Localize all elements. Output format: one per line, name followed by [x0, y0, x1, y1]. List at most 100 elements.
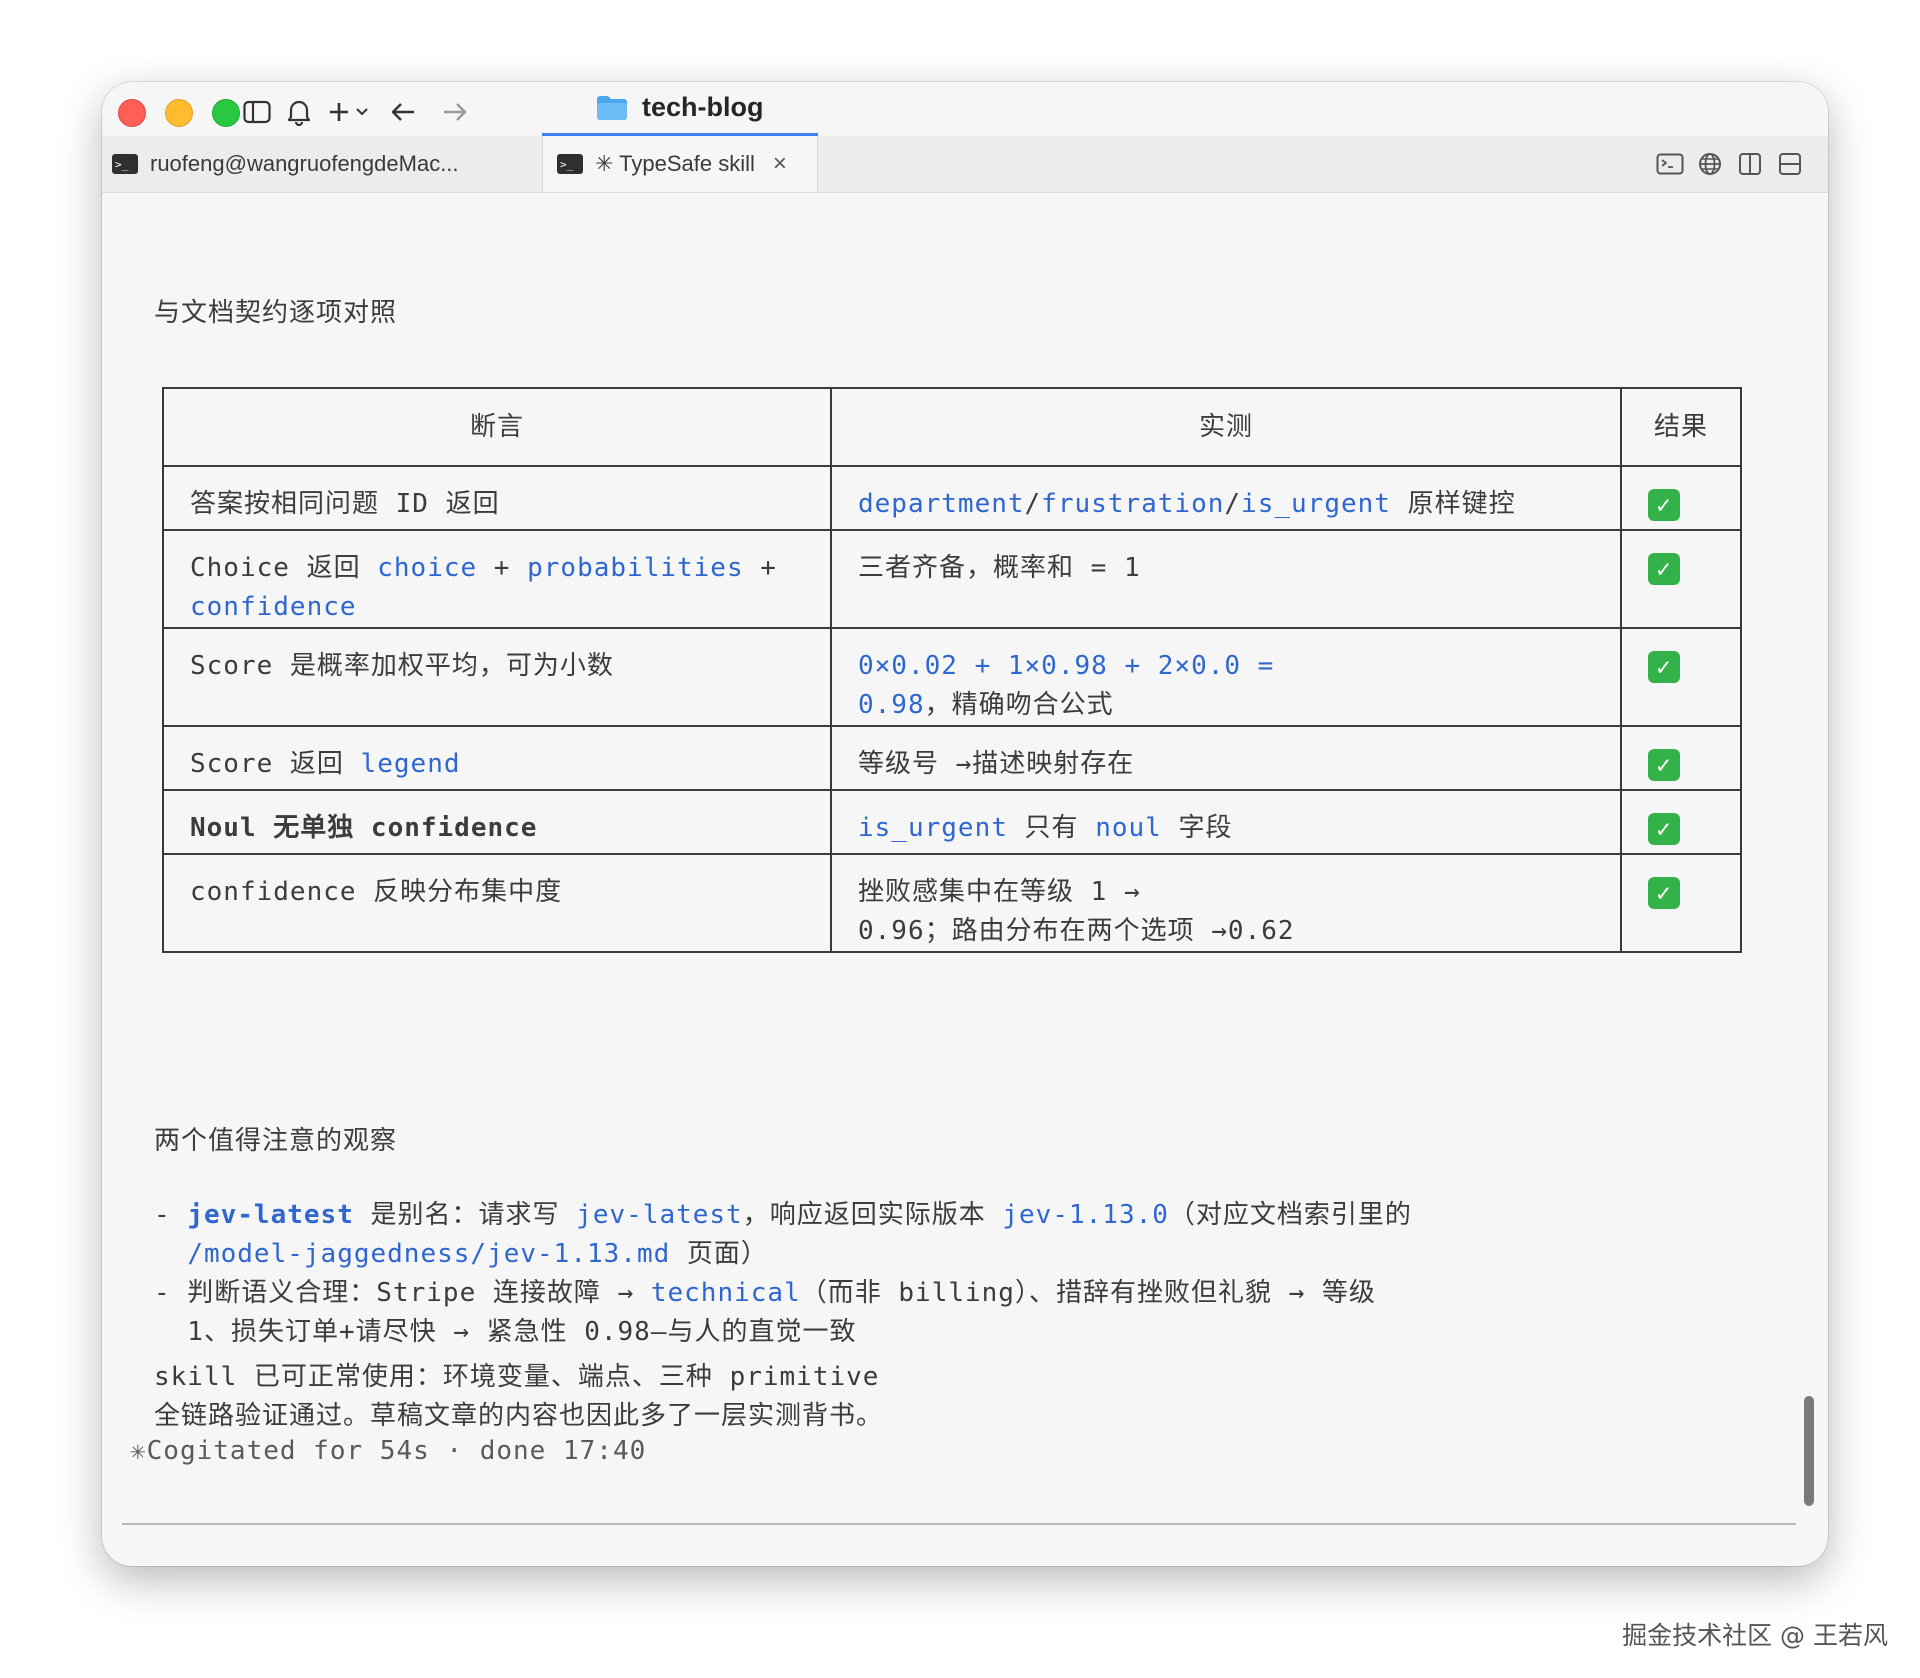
- assertion-cell: Score 返回 legend: [162, 725, 832, 791]
- observation-line: - 判断语义合理：Stripe 连接故障 → technical（而非 bill…: [154, 1274, 1412, 1313]
- code-token: probabilities: [527, 553, 744, 583]
- table-row: Score 是概率加权平均，可为小数 0×0.02 + 1×0.98 + 2×0.…: [162, 627, 1742, 727]
- code-token: technical: [650, 1278, 801, 1308]
- terminal-icon: >_: [112, 154, 138, 174]
- bell-icon[interactable]: [282, 96, 316, 128]
- tab-terminal-session[interactable]: >_ ruofeng@wangruofengdeMac...: [112, 136, 542, 192]
- code-token: frustration: [1041, 489, 1225, 519]
- minimize-window-button[interactable]: [165, 99, 193, 127]
- split-horizontal-icon[interactable]: [1776, 150, 1804, 178]
- text-segment: 只有: [1007, 813, 1096, 843]
- text-segment: （对应文档索引里的: [1168, 1200, 1412, 1230]
- text-segment: 0.96；路由分布在两个选项 →0.62: [858, 916, 1295, 946]
- measured-cell: department/frustration/is_urgent 原样键控: [830, 465, 1622, 531]
- text-segment: 三者齐备，概率和 = 1: [858, 553, 1141, 583]
- code-token: jev-1.13.0: [1002, 1200, 1169, 1230]
- measured-cell: 等级号 →描述映射存在: [830, 725, 1622, 791]
- summary-line: 全链路验证通过。草稿文章的内容也因此多了一层实测背书。: [154, 1401, 884, 1431]
- window-title: tech-blog: [642, 92, 764, 122]
- tab-label: ruofeng@wangruofengdeMac...: [150, 151, 459, 176]
- text-segment: Score 返回: [190, 749, 361, 779]
- result-cell: ✓: [1620, 725, 1742, 791]
- globe-icon[interactable]: [1696, 150, 1724, 178]
- code-token: /model-jaggedness/jev-1.13.md: [187, 1239, 671, 1269]
- code-token: is_urgent: [858, 813, 1008, 843]
- text-segment: 原样键控: [1390, 489, 1516, 519]
- text-segment: Score 是概率加权平均，可为小数: [190, 651, 614, 681]
- observations-heading: 两个值得注意的观察: [154, 1126, 398, 1156]
- table-row: 答案按相同问题 ID 返回 department/frustration/is_u…: [162, 465, 1742, 531]
- check-mark-icon: ✓: [1648, 552, 1680, 585]
- arrow-right-icon[interactable]: [438, 96, 472, 128]
- status-line: ✳Cogitated for 54s · done 17:40: [130, 1436, 647, 1466]
- table-header-result: 结果: [1620, 387, 1742, 467]
- summary-line: skill 已可正常使用：环境变量、端点、三种 primitive: [154, 1362, 880, 1392]
- close-window-button[interactable]: [118, 99, 146, 127]
- code-token: choice: [377, 553, 478, 583]
- result-cell: ✓: [1620, 853, 1742, 953]
- contract-table: 断言 实测 结果 答案按相同问题 ID 返回 department/frustra…: [162, 387, 1742, 953]
- scrollbar[interactable]: [1804, 1396, 1814, 1506]
- tab-strip: >_ ruofeng@wangruofengdeMac... >_ ✳ Type…: [102, 136, 1828, 193]
- plus-icon[interactable]: [324, 96, 354, 128]
- observations-list: - jev-latest 是别名：请求写 jev-latest，响应返回实际版本…: [154, 1196, 1412, 1352]
- table-header-assertion: 断言: [162, 387, 832, 467]
- measured-cell: 三者齐备，概率和 = 1: [830, 529, 1622, 629]
- code-token: 0.98: [858, 690, 925, 720]
- observation-line: 1、损失订单+请尽快 → 紧急性 0.98—与人的直觉一致: [154, 1313, 1412, 1352]
- tab-typesafe-skill[interactable]: >_ ✳ TypeSafe skill ×: [542, 136, 818, 192]
- code-token: jev-latest: [576, 1200, 743, 1230]
- assertion-cell: confidence 反映分布集中度: [162, 853, 832, 953]
- measured-cell: 0×0.02 + 1×0.98 + 2×0.0 = 0.98，精确吻合公式: [830, 627, 1622, 727]
- table-row: confidence 反映分布集中度 挫败感集中在等级 1 → 0.96；路由分布在…: [162, 853, 1742, 953]
- assertion-cell: Choice 返回 choice + probabilities + confi…: [162, 529, 832, 629]
- text-segment: （而非 billing）、措辞有挫败但礼貌 → 等级: [800, 1278, 1376, 1308]
- folder-icon: [596, 95, 628, 121]
- arrow-left-icon[interactable]: [386, 96, 420, 128]
- text-segment: ，响应返回实际版本: [742, 1200, 1003, 1230]
- text-segment: 答案按相同问题 ID 返回: [190, 489, 500, 519]
- close-tab-icon[interactable]: ×: [773, 150, 787, 178]
- code-token: noul: [1095, 813, 1162, 843]
- check-mark-icon: ✓: [1648, 488, 1680, 521]
- result-cell: ✓: [1620, 529, 1742, 629]
- assertion-cell: Score 是概率加权平均，可为小数: [162, 627, 832, 727]
- title-bar: tech-blog: [102, 82, 1828, 136]
- terminal-icon[interactable]: [1656, 150, 1684, 178]
- sidebar-toggle-icon[interactable]: [240, 96, 274, 128]
- title-tab[interactable]: tech-blog: [542, 82, 818, 136]
- text-segment: -: [154, 1200, 188, 1230]
- result-cell: ✓: [1620, 789, 1742, 855]
- code-token: confidence: [190, 592, 357, 622]
- code-token: is_urgent: [1241, 489, 1391, 519]
- terminal-icon: >_: [557, 154, 583, 174]
- summary-block: skill 已可正常使用：环境变量、端点、三种 primitive 全链路验证通过…: [154, 1358, 883, 1436]
- terminal-window: tech-blog >_ ruofeng@wangruofengdeMac...…: [102, 82, 1828, 1566]
- text-segment: confidence 反映分布集中度: [190, 877, 563, 907]
- code-token: legend: [360, 749, 461, 779]
- text-segment: 字段: [1161, 813, 1233, 843]
- text-segment: [154, 1239, 187, 1269]
- measured-cell: is_urgent 只有 noul 字段: [830, 789, 1622, 855]
- table-body: 答案按相同问题 ID 返回 department/frustration/is_u…: [162, 465, 1742, 953]
- chevron-down-icon[interactable]: [352, 96, 372, 128]
- text-segment: 是别名：请求写: [353, 1200, 577, 1230]
- table-row: Noul 无单独 confidence is_urgent 只有 noul 字段 ✓: [162, 789, 1742, 855]
- text-segment: Noul 无单独 confidence: [190, 813, 538, 843]
- text-segment: ，精确吻合公式: [924, 690, 1114, 720]
- table-row: Score 返回 legend 等级号 →描述映射存在 ✓: [162, 725, 1742, 791]
- text-segment: 挫败感集中在等级 1 →: [858, 877, 1141, 907]
- text-segment: +: [477, 553, 528, 583]
- text-segment: Choice 返回: [190, 553, 378, 583]
- text-segment: 等级号 →描述映射存在: [858, 749, 1135, 779]
- table-row: Choice 返回 choice + probabilities + confi…: [162, 529, 1742, 629]
- watermark: 掘金技术社区 @ 王若风: [1622, 1621, 1888, 1650]
- text-segment: 页面）: [670, 1239, 768, 1269]
- split-vertical-icon[interactable]: [1736, 150, 1764, 178]
- code-token: 0×0.02 + 1×0.98 + 2×0.0 =: [858, 651, 1275, 681]
- zoom-window-button[interactable]: [212, 99, 240, 127]
- result-cell: ✓: [1620, 627, 1742, 727]
- observation-line: - jev-latest 是别名：请求写 jev-latest，响应返回实际版本…: [154, 1196, 1412, 1235]
- check-mark-icon: ✓: [1648, 650, 1680, 683]
- measured-cell: 挫败感集中在等级 1 → 0.96；路由分布在两个选项 →0.62: [830, 853, 1622, 953]
